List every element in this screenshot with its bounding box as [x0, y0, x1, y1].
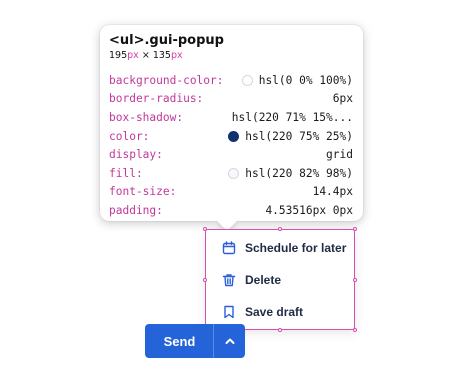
prop-color: color: hsl(220 75% 25%) [109, 127, 353, 146]
inspector-properties: background-color: hsl(0 0% 100%) border-… [109, 71, 353, 220]
trash-icon [222, 274, 236, 287]
resize-handle [203, 278, 207, 282]
resize-handle [278, 227, 282, 231]
resize-handle [353, 278, 357, 282]
chevron-up-icon [225, 338, 234, 344]
prop-name: background-color: [109, 73, 224, 87]
prop-name: font-size: [109, 185, 177, 199]
inspector-dimensions: 195px × 135px [109, 50, 353, 62]
menu-item-label: Save draft [245, 305, 304, 319]
menu-item-save-draft[interactable]: Save draft [222, 305, 303, 319]
inspector-width-unit: px [127, 50, 139, 61]
resize-handle [353, 227, 357, 231]
prop-value: hsl(220 75% 25%) [245, 129, 353, 143]
send-options-toggle[interactable] [214, 324, 245, 358]
inspector-height-unit: px [170, 50, 183, 61]
color-swatch-icon [241, 74, 253, 86]
prop-name: padding: [109, 203, 163, 217]
resize-handle [203, 227, 207, 231]
prop-value: hsl(220 71% 15%... [231, 110, 353, 124]
prop-border-radius: border-radius: 6px [109, 90, 353, 109]
prop-box-shadow: box-shadow: hsl(220 71% 15%... [109, 108, 353, 127]
color-swatch-icon [228, 130, 240, 142]
prop-background-color: background-color: hsl(0 0% 100%) [109, 71, 353, 90]
prop-value: hsl(0 0% 100%) [258, 73, 353, 87]
prop-name: color: [109, 129, 150, 143]
prop-name: fill: [109, 166, 143, 180]
color-swatch-icon [228, 167, 240, 179]
prop-value: 6px [332, 92, 353, 106]
prop-value: grid [326, 148, 353, 162]
prop-value: 4.53516px 0px [265, 203, 353, 217]
inspector-height: 135 [152, 50, 171, 61]
calendar-icon [222, 241, 236, 255]
send-split-button: Send [145, 324, 245, 358]
inspector-selector-title: <ul>.gui-popup [109, 33, 224, 48]
resize-handle [278, 328, 282, 332]
bookmark-icon [224, 305, 234, 319]
prop-display: display: grid [109, 145, 353, 164]
resize-handle [353, 328, 357, 332]
prop-font-size: font-size: 14.4px [109, 183, 353, 202]
inspector-times: × [141, 50, 150, 61]
prop-name: border-radius: [109, 92, 204, 106]
menu-item-delete[interactable]: Delete [222, 273, 281, 287]
prop-value: hsl(220 82% 98%) [245, 166, 353, 180]
prop-fill: fill: hsl(220 82% 98%) [109, 164, 353, 183]
element-inspector-tooltip: <ul>.gui-popup 195px × 135px background-… [100, 25, 363, 231]
menu-item-schedule[interactable]: Schedule for later [222, 241, 346, 255]
send-options-popup: Schedule for later Delete Save draft [203, 227, 357, 332]
prop-name: display: [109, 148, 163, 162]
menu-item-label: Delete [245, 273, 282, 287]
prop-value: 14.4px [312, 185, 353, 199]
prop-name: box-shadow: [109, 110, 184, 124]
inspector-width: 195 [109, 50, 128, 61]
send-button[interactable]: Send [145, 324, 213, 358]
menu-item-label: Schedule for later [245, 241, 347, 255]
